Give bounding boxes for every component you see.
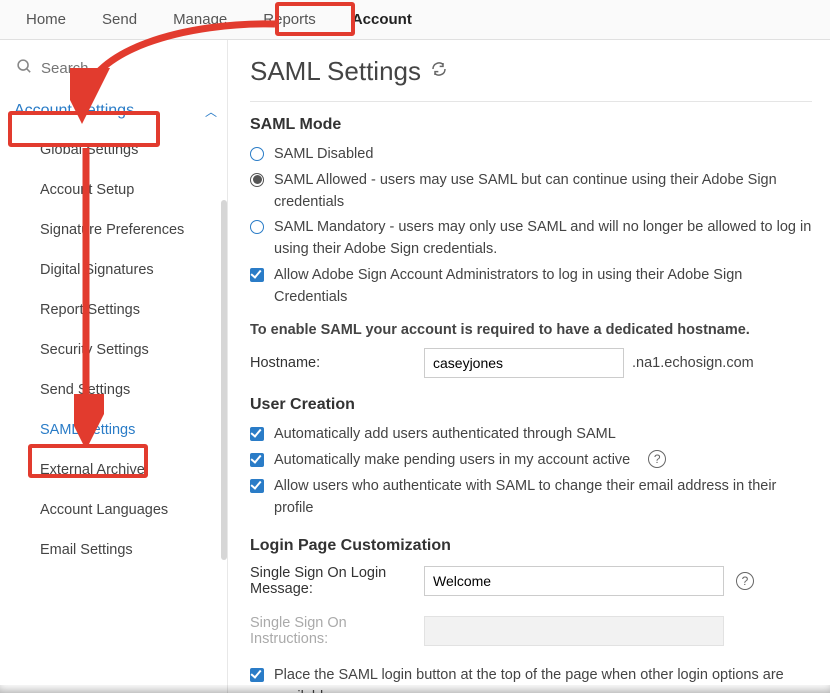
nav-account[interactable]: Account [334, 1, 430, 38]
hostname-suffix: .na1.echosign.com [632, 355, 754, 371]
main-panel: SAML Settings SAML Mode SAML Disabled SA… [228, 40, 830, 693]
sidebar-item-signature-preferences[interactable]: Signature Preferences [12, 210, 223, 250]
sso-instructions-label: Single Sign On Instructions: [250, 615, 420, 647]
checkbox-checked-icon [250, 668, 264, 682]
search-input[interactable] [41, 60, 181, 77]
check-pending-active[interactable]: Automatically make pending users in my a… [250, 450, 812, 472]
sidebar-item-account-setup[interactable]: Account Setup [12, 170, 223, 210]
checkbox-checked-icon [250, 268, 264, 282]
bottom-shadow [0, 685, 830, 693]
check-admin-login[interactable]: Allow Adobe Sign Account Administrators … [250, 265, 812, 309]
refresh-icon[interactable] [431, 61, 447, 82]
sso-message-input[interactable] [424, 566, 724, 596]
sidebar-item-global-settings[interactable]: Global Settings [12, 130, 223, 170]
hostname-label: Hostname: [250, 355, 420, 371]
nav-manage[interactable]: Manage [155, 1, 245, 38]
page-title: SAML Settings [250, 56, 812, 87]
radio-icon [250, 147, 264, 161]
check-auto-add-users[interactable]: Automatically add users authenticated th… [250, 424, 812, 446]
sidebar-item-security-settings[interactable]: Security Settings [12, 330, 223, 370]
sso-message-label: Single Sign On Login Message: [250, 565, 420, 597]
radio-saml-allowed[interactable]: SAML Allowed - users may use SAML but ca… [250, 170, 812, 214]
checkbox-label: Automatically make pending users in my a… [274, 450, 630, 472]
checkbox-label: Allow Adobe Sign Account Administrators … [274, 265, 812, 309]
check-change-email[interactable]: Allow users who authenticate with SAML t… [250, 476, 812, 520]
sso-instructions-input [424, 616, 724, 646]
sidebar-scrollbar[interactable] [221, 200, 227, 560]
login-custom-heading: Login Page Customization [250, 537, 812, 555]
nav-reports[interactable]: Reports [245, 1, 334, 38]
sidebar-item-saml-settings[interactable]: SAML Settings [12, 410, 223, 450]
radio-icon-selected [250, 173, 264, 187]
chevron-up-icon: ︿ [205, 103, 217, 120]
checkbox-label: Automatically add users authenticated th… [274, 424, 616, 446]
nav-send[interactable]: Send [84, 1, 155, 38]
radio-label: SAML Disabled [274, 144, 373, 166]
radio-saml-disabled[interactable]: SAML Disabled [250, 144, 812, 166]
page-title-text: SAML Settings [250, 56, 421, 87]
checkbox-checked-icon [250, 453, 264, 467]
checkbox-checked-icon [250, 427, 264, 441]
sidebar-item-email-settings[interactable]: Email Settings [12, 530, 223, 570]
sidebar-item-account-languages[interactable]: Account Languages [12, 490, 223, 530]
help-icon[interactable]: ? [648, 450, 666, 468]
sidebar-item-send-settings[interactable]: Send Settings [12, 370, 223, 410]
sidebar-item-external-archive[interactable]: External Archive [12, 450, 223, 490]
top-nav: Home Send Manage Reports Account [0, 0, 830, 40]
checkbox-checked-icon [250, 479, 264, 493]
sidebar-item-report-settings[interactable]: Report Settings [12, 290, 223, 330]
user-creation-heading: User Creation [250, 396, 812, 414]
sidebar-item-digital-signatures[interactable]: Digital Signatures [12, 250, 223, 290]
saml-mode-heading: SAML Mode [250, 116, 812, 134]
radio-label: SAML Mandatory - users may only use SAML… [274, 217, 812, 261]
sidebar-list: Global Settings Account Setup Signature … [12, 130, 223, 570]
radio-saml-mandatory[interactable]: SAML Mandatory - users may only use SAML… [250, 217, 812, 261]
radio-icon [250, 220, 264, 234]
sidebar: Account Settings ︿ Global Settings Accou… [0, 40, 228, 693]
radio-label: SAML Allowed - users may use SAML but ca… [274, 170, 812, 214]
sidebar-section-account-settings[interactable]: Account Settings ︿ [12, 92, 223, 130]
sidebar-section-label: Account Settings [14, 102, 134, 120]
hostname-note: To enable SAML your account is required … [250, 322, 812, 338]
nav-home[interactable]: Home [8, 1, 84, 38]
search-icon [16, 58, 33, 78]
help-icon[interactable]: ? [736, 572, 754, 590]
checkbox-label: Allow users who authenticate with SAML t… [274, 476, 812, 520]
hostname-input[interactable] [424, 348, 624, 378]
